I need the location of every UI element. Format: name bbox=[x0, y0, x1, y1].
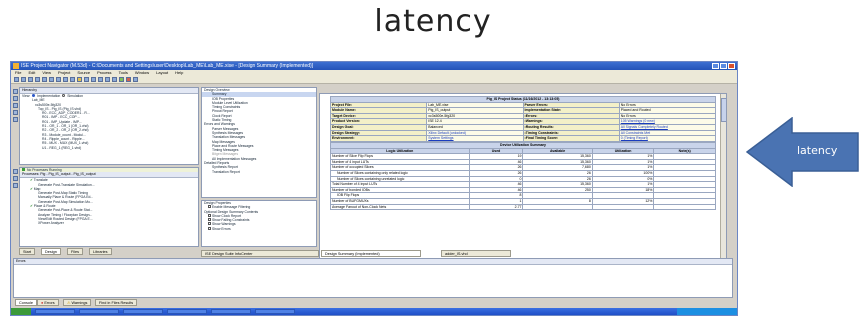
taskbar-item[interactable] bbox=[123, 309, 163, 314]
undo-icon[interactable] bbox=[63, 77, 68, 82]
rerun-icon[interactable] bbox=[13, 176, 18, 181]
run-icon[interactable] bbox=[119, 77, 124, 82]
cut-icon[interactable] bbox=[35, 77, 40, 82]
tree-item[interactable]: U1 - REG_1 (REG_1.vhd) bbox=[32, 146, 198, 150]
timing-report-link[interactable]: 0 (Timing Report) bbox=[618, 135, 717, 142]
stop-icon[interactable] bbox=[126, 77, 131, 82]
project-status-table: Pig_IS Project Status (11/16/2012 - 13:1… bbox=[329, 96, 717, 142]
close-icon[interactable] bbox=[728, 63, 735, 69]
menu-file[interactable]: File bbox=[15, 70, 21, 76]
design-overview-panel: Design Overview Summary IOB Properties M… bbox=[201, 87, 317, 198]
help-icon[interactable] bbox=[133, 77, 138, 82]
property-checkbox[interactable]: Show Errors bbox=[202, 226, 316, 231]
status-row: Environment: System Settings •Final Timing… bbox=[329, 135, 717, 142]
delete-icon[interactable] bbox=[56, 77, 61, 82]
properties-icon[interactable] bbox=[13, 110, 18, 115]
window-titlebar[interactable]: ISE Project Navigator (M.53d) - C:\Docum… bbox=[11, 62, 737, 70]
process-tree: ✔ Translate Generate Post-Translate Simu… bbox=[20, 178, 198, 225]
utilization-table: Device Utilization Summary Logic Utiliza… bbox=[330, 142, 716, 211]
implementation-radio[interactable] bbox=[32, 94, 36, 97]
system-settings-link[interactable]: System Settings bbox=[426, 135, 524, 142]
tab-warnings[interactable]: ⚠ Warnings bbox=[63, 299, 92, 306]
paste-icon[interactable] bbox=[49, 77, 54, 82]
window-icon[interactable] bbox=[91, 77, 96, 82]
maximize-icon[interactable] bbox=[720, 63, 727, 69]
tab-adder-vhd[interactable]: adder_IS.vhd bbox=[441, 250, 511, 257]
menu-process[interactable]: Process bbox=[97, 70, 111, 76]
tab-design[interactable]: Design bbox=[41, 248, 61, 255]
new-file-icon[interactable] bbox=[14, 77, 19, 82]
taskbar-item[interactable] bbox=[79, 309, 119, 314]
menu-source[interactable]: Source bbox=[77, 70, 90, 76]
window-title: ISE Project Navigator (M.53d) - C:\Docum… bbox=[21, 63, 314, 69]
menu-edit[interactable]: Edit bbox=[28, 70, 35, 76]
simulation-radio[interactable] bbox=[62, 94, 66, 97]
process-status-icon bbox=[22, 168, 25, 171]
main-toolbar bbox=[11, 76, 737, 84]
layout-icon[interactable] bbox=[98, 77, 103, 82]
menu-layout[interactable]: Layout bbox=[156, 70, 168, 76]
design-summary-report: Pig_IS Project Status (11/16/2012 - 13:1… bbox=[319, 93, 727, 269]
taskbar-item[interactable] bbox=[167, 309, 207, 314]
zoom-icon[interactable] bbox=[84, 77, 89, 82]
slide-title: latency bbox=[374, 4, 492, 39]
open-file-icon[interactable] bbox=[21, 77, 26, 82]
run-process-icon[interactable] bbox=[13, 169, 18, 174]
process-side-toolbar bbox=[12, 167, 19, 247]
hierarchy-tree: Lab_ME xc3s500e-5fg320 Top_IS - Pig_IS (… bbox=[20, 98, 198, 150]
tab-infocenter[interactable]: ISE Design Suite InfoCenter bbox=[201, 250, 319, 257]
design-properties-panel: Design Properties Enable Message Filteri… bbox=[201, 200, 317, 247]
console-header: Errors bbox=[14, 259, 732, 265]
menu-tools[interactable]: Tools bbox=[119, 70, 128, 76]
taskbar-item[interactable] bbox=[211, 309, 251, 314]
taskbar-item[interactable] bbox=[35, 309, 75, 314]
menu-window[interactable]: Window bbox=[135, 70, 149, 76]
processes-panel: No Processes Running Processes: Pig - Pi… bbox=[19, 167, 199, 247]
add-copy-icon[interactable] bbox=[13, 96, 18, 101]
tab-start[interactable]: Start bbox=[19, 248, 36, 255]
hierarchy-panel: Hierarchy View: Implementation Simulatio… bbox=[19, 87, 199, 165]
process-item[interactable]: XPower Analyzer bbox=[30, 221, 198, 225]
menu-view[interactable]: View bbox=[42, 70, 51, 76]
scrollbar-thumb[interactable] bbox=[721, 98, 726, 122]
table-row: Average Fanout of Non-Clock Nets 2.77 bbox=[330, 203, 716, 211]
overview-item[interactable]: Translation Report bbox=[202, 170, 316, 174]
tab-console[interactable]: Console bbox=[15, 299, 37, 306]
open-icon[interactable] bbox=[13, 117, 18, 122]
console-panel: Errors bbox=[13, 258, 733, 298]
design-summary-icon[interactable] bbox=[105, 77, 110, 82]
report-scrollbar[interactable] bbox=[720, 94, 726, 268]
taskbar-item[interactable] bbox=[255, 309, 295, 314]
menu-help[interactable]: Help bbox=[175, 70, 183, 76]
remove-icon[interactable] bbox=[13, 103, 18, 108]
menu-project[interactable]: Project bbox=[58, 70, 70, 76]
stop-process-icon[interactable] bbox=[13, 183, 18, 188]
redo-icon[interactable] bbox=[70, 77, 75, 82]
save-icon[interactable] bbox=[28, 77, 33, 82]
tab-design-summary[interactable]: Design Summary (Implemented) bbox=[321, 250, 421, 257]
ise-app-icon bbox=[13, 63, 19, 69]
find-icon[interactable] bbox=[77, 77, 82, 82]
minimize-icon[interactable] bbox=[712, 63, 719, 69]
add-source-icon[interactable] bbox=[13, 89, 18, 94]
hierarchy-side-toolbar bbox=[12, 87, 19, 165]
tab-errors[interactable]: ● Errors bbox=[37, 299, 59, 306]
tab-libraries[interactable]: Libraries bbox=[89, 248, 112, 255]
ise-window: ISE Project Navigator (M.53d) - C:\Docum… bbox=[10, 61, 738, 316]
copy-icon[interactable] bbox=[42, 77, 47, 82]
callout-label: latency bbox=[797, 144, 838, 157]
tab-files[interactable]: Files bbox=[67, 248, 84, 255]
schematic-icon[interactable] bbox=[112, 77, 117, 82]
tab-find-in-files[interactable]: Find in Files Results bbox=[95, 299, 138, 306]
